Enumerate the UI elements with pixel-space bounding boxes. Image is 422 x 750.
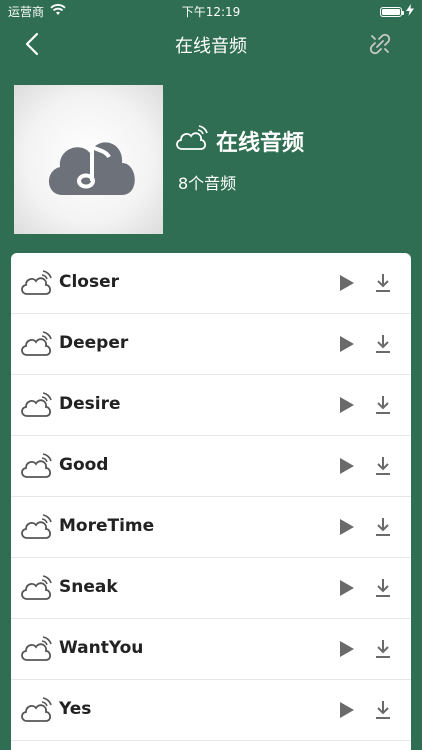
track-row[interactable]: Desire — [11, 375, 411, 436]
download-icon[interactable] — [374, 700, 392, 720]
track-list: Closer Deeper Desire Good MoreTime Sneak… — [11, 253, 411, 750]
album-title-row: 在线音频 — [174, 125, 304, 157]
album-title: 在线音频 — [216, 131, 305, 156]
album-cover — [14, 85, 163, 234]
download-icon[interactable] — [374, 334, 392, 354]
play-icon[interactable] — [339, 579, 355, 597]
cloud-music-note-icon — [48, 142, 135, 195]
track-name: Desire — [59, 394, 121, 414]
status-right — [380, 4, 414, 19]
track-row[interactable]: Sneak — [11, 558, 411, 619]
download-icon[interactable] — [374, 395, 392, 415]
nav-title: 在线音频 — [175, 36, 247, 57]
play-icon[interactable] — [339, 457, 355, 475]
track-name: Yes — [59, 699, 92, 719]
download-icon[interactable] — [374, 273, 392, 293]
cloud-signal-icon — [174, 125, 208, 157]
track-name: Closer — [59, 272, 120, 292]
cloud-signal-icon — [20, 636, 52, 664]
status-time: 下午12:19 — [181, 5, 241, 19]
play-icon[interactable] — [339, 274, 355, 292]
status-bar: 运营商 下午12:19 — [0, 0, 422, 22]
nav-bar: 在线音频 — [0, 22, 422, 66]
download-icon[interactable] — [374, 517, 392, 537]
play-icon[interactable] — [339, 518, 355, 536]
track-row[interactable]: Closer — [11, 253, 411, 314]
track-name: Sneak — [59, 577, 118, 597]
link-icon — [369, 33, 391, 55]
track-row[interactable]: Deeper — [11, 314, 411, 375]
cloud-signal-icon — [20, 392, 52, 420]
play-icon[interactable] — [339, 335, 355, 353]
play-icon[interactable] — [339, 640, 355, 658]
album-count: 8个音频 — [178, 174, 237, 193]
cloud-signal-icon — [20, 270, 52, 298]
track-row[interactable]: Yes — [11, 680, 411, 741]
track-name: Deeper — [59, 333, 129, 353]
play-icon[interactable] — [339, 396, 355, 414]
battery-icon — [380, 6, 404, 17]
track-row[interactable]: WantYou — [11, 619, 411, 680]
download-icon[interactable] — [374, 639, 392, 659]
album-info: 在线音频 — [174, 125, 304, 157]
track-row[interactable]: Good — [11, 436, 411, 497]
track-name: Good — [59, 455, 109, 475]
charging-icon — [406, 4, 414, 19]
track-name: WantYou — [59, 638, 144, 658]
link-button[interactable] — [366, 30, 394, 58]
cloud-signal-icon — [20, 697, 52, 725]
track-name: MoreTime — [59, 516, 155, 536]
play-icon[interactable] — [339, 701, 355, 719]
download-icon[interactable] — [374, 456, 392, 476]
cloud-signal-icon — [20, 453, 52, 481]
cloud-signal-icon — [20, 575, 52, 603]
track-row[interactable]: MoreTime — [11, 497, 411, 558]
download-icon[interactable] — [374, 578, 392, 598]
cloud-signal-icon — [20, 514, 52, 542]
cloud-signal-icon — [20, 331, 52, 359]
